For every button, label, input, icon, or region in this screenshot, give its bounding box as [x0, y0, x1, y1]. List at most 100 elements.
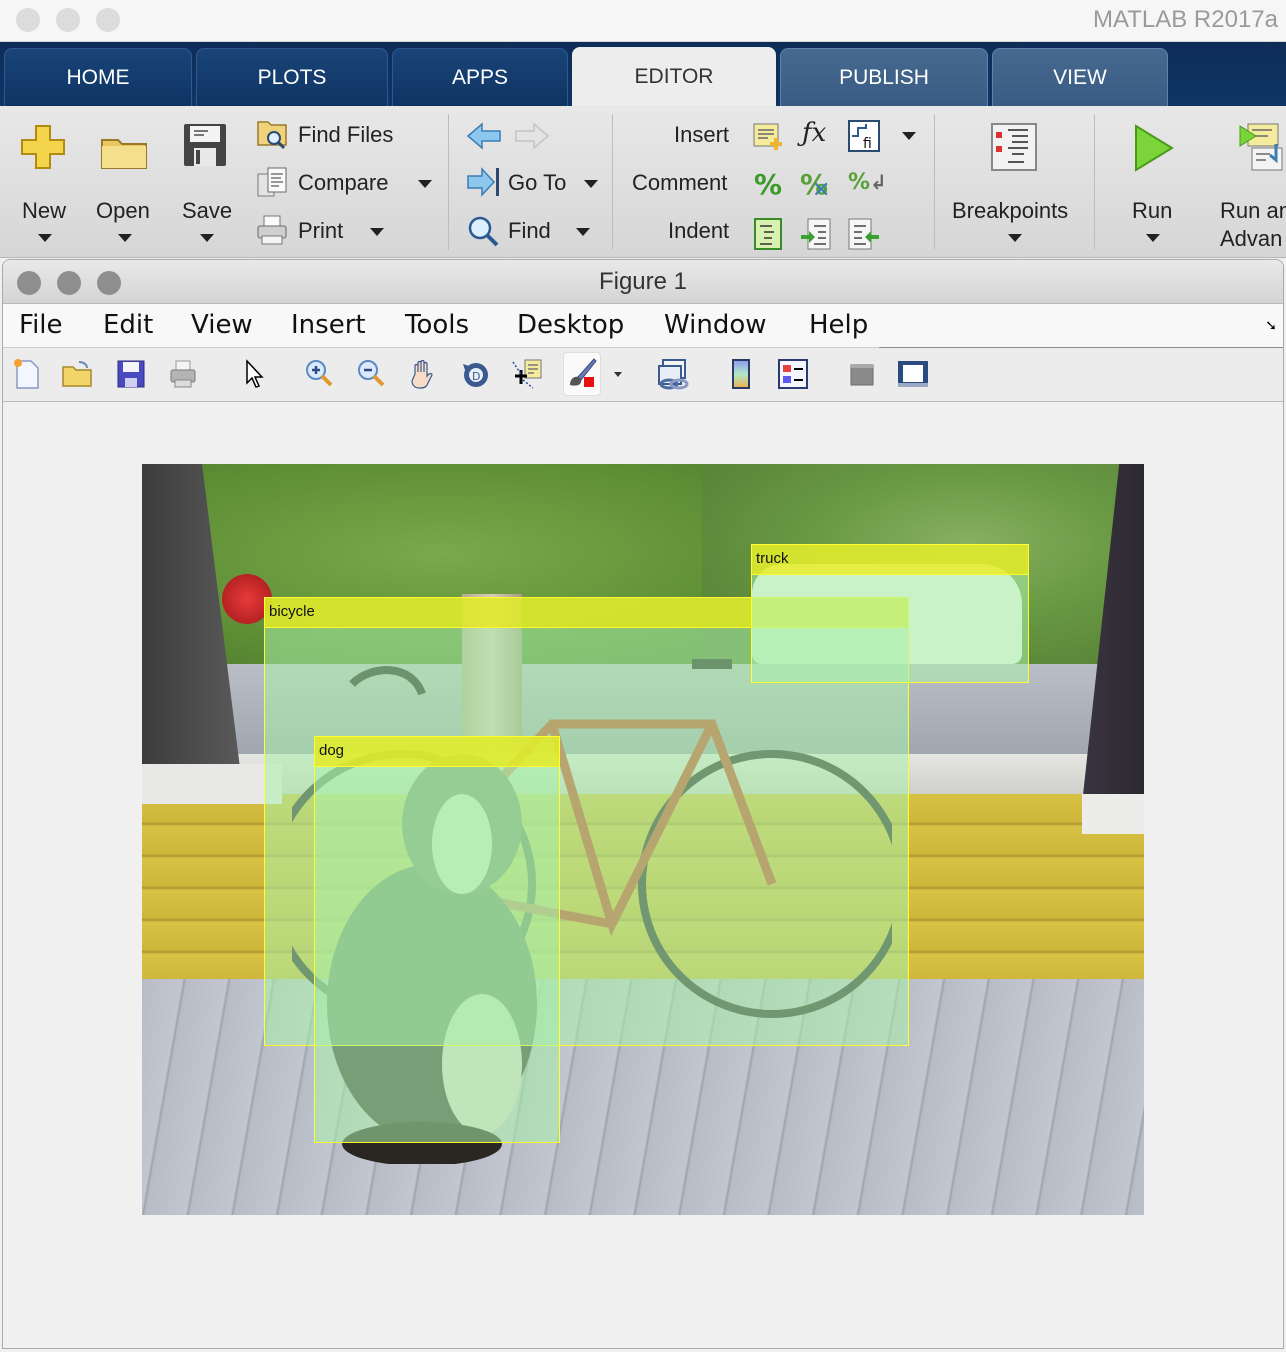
figure-title: Figure 1 — [598, 268, 688, 295]
window-close-button[interactable] — [16, 8, 40, 32]
bbox-label: bicycle — [269, 603, 315, 620]
menu-help[interactable]: Help — [809, 310, 868, 340]
colorbar-icon[interactable] — [725, 358, 757, 390]
brush-button[interactable] — [563, 352, 601, 396]
menu-edit[interactable]: Edit — [103, 310, 153, 340]
photo-right-post-base — [1082, 794, 1144, 834]
percent-wrap-icon[interactable]: %↲ — [848, 170, 887, 195]
printer-icon — [257, 215, 287, 245]
open-file-icon[interactable] — [61, 358, 93, 390]
new-figure-icon[interactable] — [11, 358, 43, 390]
new-button[interactable]: New — [10, 114, 80, 250]
indent-increase-icon[interactable] — [800, 218, 832, 250]
show-plot-tools-icon[interactable] — [897, 358, 929, 390]
ribbon-separator — [934, 114, 935, 250]
brush-dropdown-icon[interactable] — [614, 372, 622, 377]
bbox-label: dog — [319, 742, 345, 759]
run-label: Run — [1132, 198, 1173, 223]
zoom-in-icon[interactable] — [303, 358, 335, 390]
breakpoints-button[interactable]: Breakpoints — [944, 114, 1086, 250]
window-zoom-button[interactable] — [96, 8, 120, 32]
run-advance-label-line2: Advan — [1220, 226, 1283, 250]
pan-icon[interactable] — [407, 358, 439, 390]
folder-search-icon — [257, 121, 287, 150]
bbox-truck: truck — [751, 544, 1029, 683]
print-button[interactable]: Print — [256, 214, 396, 248]
menu-tools[interactable]: Tools — [405, 310, 469, 340]
find-files-button[interactable]: Find Files — [256, 118, 426, 152]
hide-plot-tools-icon[interactable] — [845, 358, 877, 390]
comment-label: Comment — [632, 170, 728, 195]
find-button[interactable]: Find — [466, 214, 606, 248]
compare-documents-icon — [257, 167, 287, 197]
menu-file[interactable]: File — [19, 310, 63, 340]
compare-dropdown-arrow[interactable] — [418, 180, 432, 188]
figure-canvas: bicycle truck dog — [3, 403, 1283, 1348]
save-figure-icon[interactable] — [115, 358, 147, 390]
percent-icon[interactable]: % — [754, 168, 782, 201]
figure-titlebar: Figure 1 — [3, 260, 1283, 304]
run-button[interactable]: Run — [1112, 114, 1192, 250]
figure-toolbar: D — [3, 348, 1283, 402]
tab-publish[interactable]: PUBLISH — [780, 48, 988, 106]
new-dropdown-arrow[interactable] — [38, 234, 52, 242]
window-minimize-button[interactable] — [56, 8, 80, 32]
insert-label: Insert — [674, 122, 730, 147]
menu-insert[interactable]: Insert — [291, 310, 366, 340]
go-to-button[interactable]: Go To — [466, 166, 606, 200]
plus-icon — [21, 125, 65, 169]
compare-button[interactable]: Compare — [256, 166, 436, 200]
run-and-advance-button[interactable]: Run an Advan — [1212, 114, 1286, 250]
run-dropdown-arrow[interactable] — [1146, 234, 1160, 242]
ribbon-separator — [612, 114, 613, 250]
arrow-left-icon[interactable] — [466, 120, 502, 152]
print-figure-icon[interactable] — [167, 358, 199, 390]
bbox-label-background: truck — [752, 545, 1028, 575]
indent-decrease-icon[interactable] — [848, 218, 880, 250]
detection-image: bicycle truck dog — [142, 464, 1144, 1215]
subfunction-icon[interactable]: fi — [848, 120, 880, 152]
find-label: Find — [508, 218, 551, 243]
print-dropdown-arrow[interactable] — [370, 228, 384, 236]
brush-icon — [570, 358, 597, 387]
rotate-3d-icon[interactable]: D — [459, 358, 491, 390]
insert-section-icon[interactable] — [752, 120, 784, 152]
menu-desktop[interactable]: Desktop — [517, 310, 624, 340]
bbox-label: truck — [756, 550, 789, 567]
run-advance-icon — [1239, 123, 1283, 171]
menu-view[interactable]: View — [191, 310, 253, 340]
ribbon-tabstrip: HOME PLOTS APPS EDITOR PUBLISH VIEW — [0, 42, 1286, 107]
legend-icon[interactable] — [777, 358, 809, 390]
link-plot-icon[interactable] — [657, 358, 689, 390]
smart-indent-icon[interactable] — [754, 218, 782, 250]
figure-window: Figure 1 File Edit View Insert Tools Des… — [2, 259, 1284, 1349]
save-button[interactable]: Save — [172, 114, 240, 250]
insert-dropdown-arrow[interactable] — [902, 132, 916, 140]
save-label: Save — [182, 198, 233, 223]
print-label: Print — [298, 218, 344, 243]
arrow-right-icon[interactable] — [514, 120, 550, 152]
tab-home[interactable]: HOME — [4, 48, 192, 106]
tab-plots[interactable]: PLOTS — [196, 48, 388, 106]
tab-apps[interactable]: APPS — [392, 48, 568, 106]
fx-icon[interactable]: ƒx — [802, 118, 826, 148]
go-to-dropdown-arrow[interactable] — [584, 180, 598, 188]
save-dropdown-arrow[interactable] — [200, 234, 214, 242]
tab-view[interactable]: VIEW — [992, 48, 1168, 106]
menu-window[interactable]: Window — [664, 310, 767, 340]
go-to-label: Go To — [508, 170, 567, 195]
edit-plot-icon[interactable] — [239, 358, 271, 390]
magnifier-icon — [468, 216, 499, 247]
data-cursor-icon[interactable] — [511, 358, 543, 390]
floppy-disk-icon — [184, 124, 226, 166]
tab-editor[interactable]: EDITOR — [572, 47, 776, 107]
open-button[interactable]: Open — [88, 114, 164, 250]
zoom-out-icon[interactable] — [355, 358, 387, 390]
undock-icon[interactable]: ➘ — [1265, 318, 1277, 334]
go-to-icon — [467, 167, 499, 197]
percent-remove-icon[interactable]: % ✕ — [800, 168, 830, 203]
open-dropdown-arrow[interactable] — [118, 234, 132, 242]
breakpoints-dropdown-arrow[interactable] — [1008, 234, 1022, 242]
ribbon-separator — [448, 114, 449, 250]
find-dropdown-arrow[interactable] — [576, 228, 590, 236]
